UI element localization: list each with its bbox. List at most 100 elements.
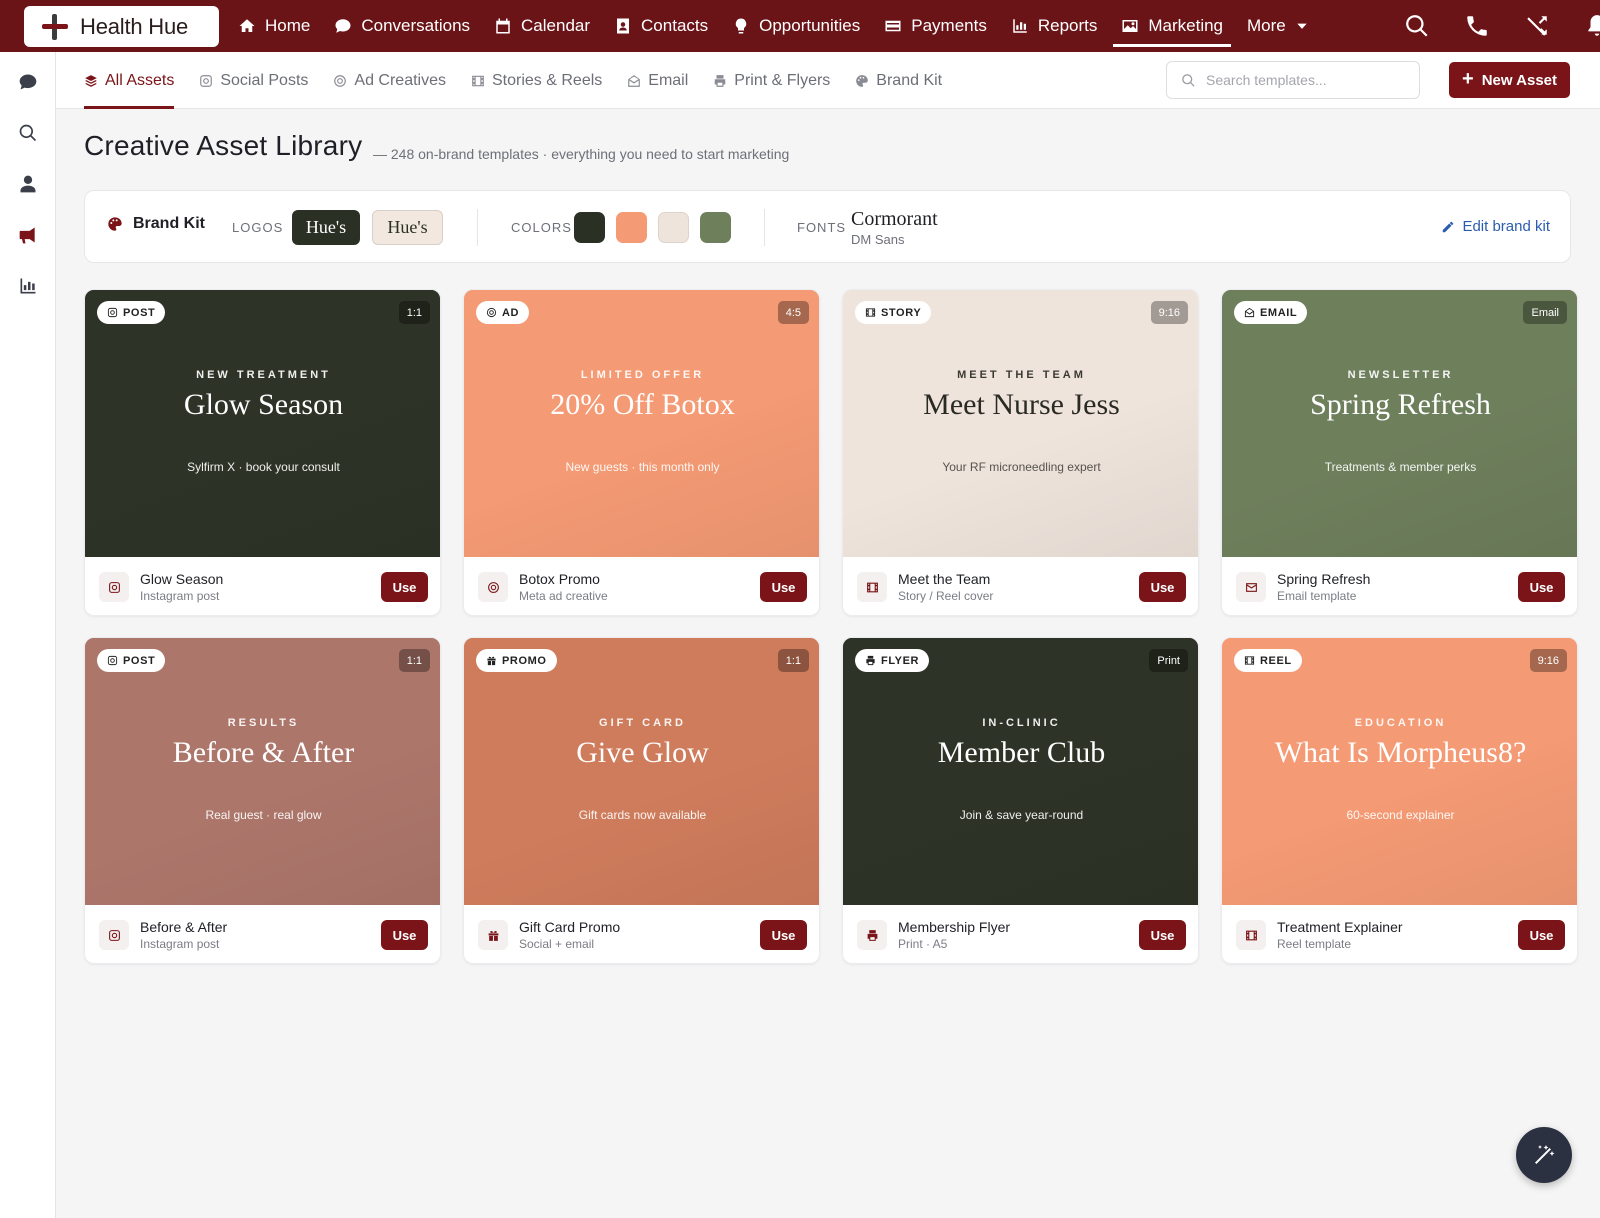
color-swatch[interactable] xyxy=(700,212,731,243)
card-subtitle: Instagram post xyxy=(140,937,220,951)
asset-type-chip: FLYER xyxy=(855,649,930,672)
card-footer: Botox Promo Meta ad creative Use xyxy=(464,557,819,615)
tab-ad-creatives[interactable]: Ad Creatives xyxy=(333,52,446,109)
nav-label: Payments xyxy=(911,16,987,35)
rail-contacts[interactable] xyxy=(0,158,56,209)
shuffle-icon[interactable] xyxy=(1524,13,1550,39)
tab-brand-kit[interactable]: Brand Kit xyxy=(855,52,942,109)
card-tagline: 60-second explainer xyxy=(1346,808,1455,822)
asset-card[interactable]: EMAIL Email NEWSLETTER Spring Refresh Tr… xyxy=(1221,289,1578,616)
phone-icon[interactable] xyxy=(1464,13,1490,39)
nav-payments[interactable]: Payments xyxy=(872,0,999,52)
magic-wand-icon xyxy=(1535,1145,1555,1164)
film-icon xyxy=(866,582,878,592)
color-swatch[interactable] xyxy=(616,212,647,243)
card-subtitle: Instagram post xyxy=(140,589,220,603)
nav-reports[interactable]: Reports xyxy=(999,0,1110,52)
rail-search[interactable] xyxy=(0,107,56,158)
new-asset-button[interactable]: + New Asset xyxy=(1449,62,1570,98)
asset-card[interactable]: POST 1:1 RESULTS Before & After Real gue… xyxy=(84,637,441,964)
chip-label: FLYER xyxy=(881,654,920,667)
asset-card[interactable]: AD 4:5 LIMITED OFFER 20% Off Botox New g… xyxy=(463,289,820,616)
use-template-button[interactable]: Use xyxy=(381,920,428,950)
use-template-button[interactable]: Use xyxy=(1139,572,1186,602)
lightbulb-icon xyxy=(735,18,747,34)
chip-label: AD xyxy=(502,306,520,319)
card-preview[interactable]: PROMO 1:1 GIFT CARD Give Glow Gift cards… xyxy=(464,638,819,905)
card-preview[interactable]: EMAIL Email NEWSLETTER Spring Refresh Tr… xyxy=(1222,290,1577,557)
nav-more[interactable]: More xyxy=(1235,0,1321,52)
nav-marketing[interactable]: Marketing xyxy=(1109,0,1235,52)
card-headline: What Is Morpheus8? xyxy=(1274,736,1527,769)
card-tagline: Treatments & member perks xyxy=(1324,460,1477,474)
tab-print-flyers[interactable]: Print & Flyers xyxy=(713,52,830,109)
use-template-button[interactable]: Use xyxy=(381,572,428,602)
brand-kit-bar: Brand Kit LOGOS Hue's Hue's COLORS FONTS… xyxy=(84,190,1571,263)
card-eyebrow: RESULTS xyxy=(227,717,300,729)
nav-home[interactable]: Home xyxy=(226,0,322,52)
search-input[interactable] xyxy=(1206,72,1406,88)
card-tagline: Real guest · real glow xyxy=(205,808,322,822)
card-tagline: New guests · this month only xyxy=(565,460,720,474)
aspect-ratio-badge: 4:5 xyxy=(777,301,809,324)
template-search[interactable] xyxy=(1166,61,1420,99)
asset-card[interactable]: POST 1:1 NEW TREATMENT Glow Season Sylfi… xyxy=(84,289,441,616)
card-preview[interactable]: FLYER Print IN-CLINIC Member Club Join &… xyxy=(843,638,1198,905)
rail-reports[interactable] xyxy=(0,260,56,311)
tab-all-assets[interactable]: All Assets xyxy=(84,52,175,109)
card-preview[interactable]: POST 1:1 RESULTS Before & After Real gue… xyxy=(85,638,440,905)
palette-icon xyxy=(856,74,869,87)
use-template-button[interactable]: Use xyxy=(1518,920,1565,950)
asset-tabs: All Assets Social Posts Ad Creatives Sto… xyxy=(84,52,942,109)
nav-opportunities[interactable]: Opportunities xyxy=(720,0,872,52)
film-icon xyxy=(472,75,484,86)
asset-card[interactable]: FLYER Print IN-CLINIC Member Club Join &… xyxy=(842,637,1199,964)
card-preview[interactable]: REEL 9:16 EDUCATION What Is Morpheus8? 6… xyxy=(1222,638,1577,905)
use-template-button[interactable]: Use xyxy=(760,572,807,602)
tab-stories-reels[interactable]: Stories & Reels xyxy=(471,52,602,109)
nav-conversations[interactable]: Conversations xyxy=(322,0,482,52)
logo-dark-variant[interactable]: Hue's xyxy=(292,210,360,245)
app-name: Health Hue xyxy=(80,13,189,39)
bell-icon[interactable] xyxy=(1584,13,1600,39)
edit-brand-kit-link[interactable]: Edit brand kit xyxy=(1441,218,1550,235)
new-asset-label: New Asset xyxy=(1481,71,1557,89)
asset-card[interactable]: REEL 9:16 EDUCATION What Is Morpheus8? 6… xyxy=(1221,637,1578,964)
card-preview[interactable]: AD 4:5 LIMITED OFFER 20% Off Botox New g… xyxy=(464,290,819,557)
envelope-open-icon xyxy=(628,74,641,87)
rail-conversations[interactable] xyxy=(0,56,56,107)
app-logo[interactable]: Health Hue xyxy=(24,6,219,47)
nav-label: Calendar xyxy=(521,16,591,35)
card-preview[interactable]: STORY 9:16 MEET THE TEAM Meet Nurse Jess… xyxy=(843,290,1198,557)
tab-email[interactable]: Email xyxy=(627,52,688,109)
logo-light-variant[interactable]: Hue's xyxy=(372,210,443,245)
tab-label: Print & Flyers xyxy=(734,71,831,89)
tab-label: Ad Creatives xyxy=(354,71,446,89)
card-title: Before & After xyxy=(140,919,228,935)
image-icon xyxy=(1122,20,1138,32)
tab-social-posts[interactable]: Social Posts xyxy=(199,52,308,109)
use-template-button[interactable]: Use xyxy=(1518,572,1565,602)
megaphone-icon xyxy=(19,227,35,243)
asset-type-chip: EMAIL xyxy=(1234,301,1308,324)
asset-card[interactable]: PROMO 1:1 GIFT CARD Give Glow Gift cards… xyxy=(463,637,820,964)
nav-contacts[interactable]: Contacts xyxy=(602,0,720,52)
card-preview[interactable]: POST 1:1 NEW TREATMENT Glow Season Sylfi… xyxy=(85,290,440,557)
use-template-button[interactable]: Use xyxy=(760,920,807,950)
card-subtitle: Social + email xyxy=(519,937,595,951)
card-eyebrow: NEW TREATMENT xyxy=(196,369,331,381)
card-footer: Before & After Instagram post Use xyxy=(85,905,440,963)
bar-chart-icon xyxy=(20,278,36,293)
nav-calendar[interactable]: Calendar xyxy=(482,0,602,52)
asset-card[interactable]: STORY 9:16 MEET THE TEAM Meet Nurse Jess… xyxy=(842,289,1199,616)
gift-icon xyxy=(488,930,498,941)
search-icon[interactable] xyxy=(1404,13,1430,39)
pencil-icon xyxy=(1443,221,1454,232)
card-eyebrow: NEWSLETTER xyxy=(1347,369,1454,381)
card-tagline: Your RF microneedling expert xyxy=(942,460,1101,474)
use-template-button[interactable]: Use xyxy=(1139,920,1186,950)
magic-wand-button[interactable] xyxy=(1516,1127,1572,1183)
color-swatch[interactable] xyxy=(574,212,605,243)
rail-marketing[interactable] xyxy=(0,209,56,260)
color-swatch[interactable] xyxy=(658,212,689,243)
